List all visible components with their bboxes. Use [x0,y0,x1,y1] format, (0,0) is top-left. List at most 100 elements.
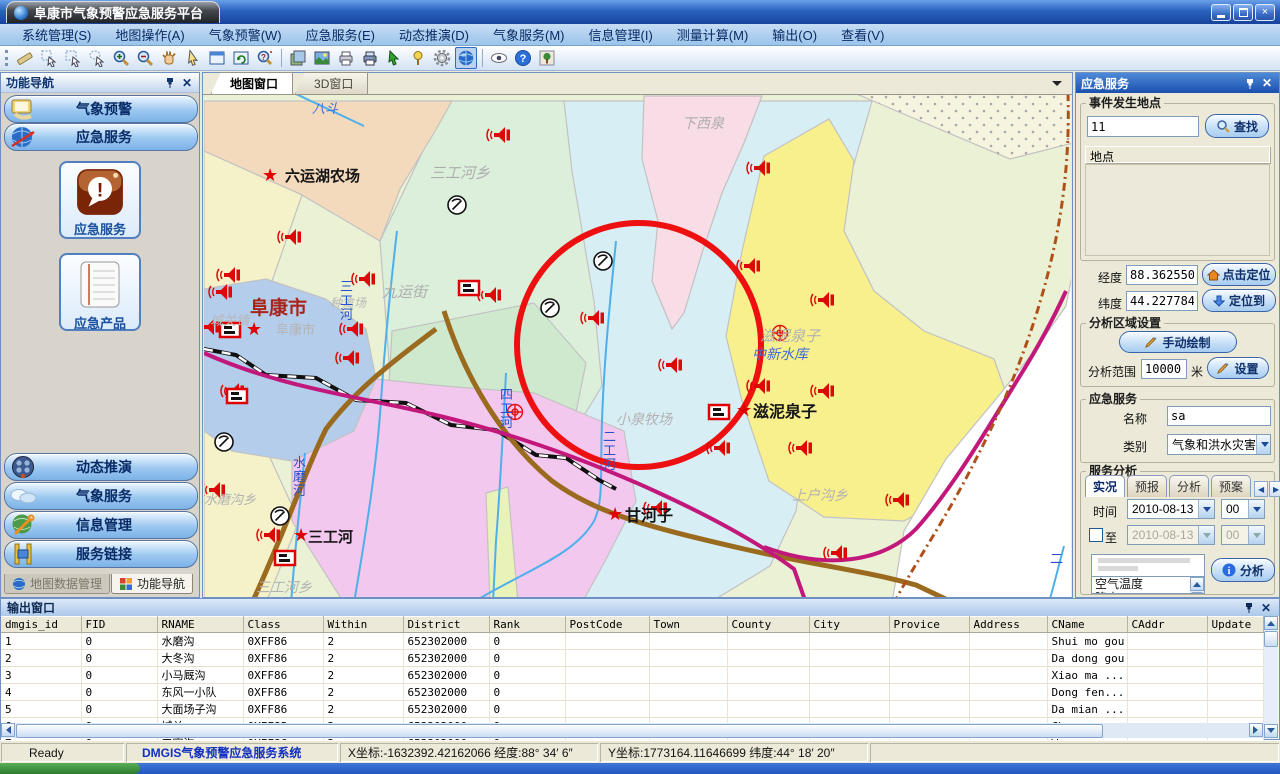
select-box-icon[interactable] [62,47,84,69]
vertical-scrollbar[interactable] [1264,616,1278,738]
menu-item-6[interactable]: 信息管理(I) [577,25,665,44]
green-arrow-icon[interactable] [383,47,405,69]
star-icon[interactable]: ★ [293,525,309,545]
search-button[interactable]: 查找 [1205,114,1269,138]
gear-icon[interactable] [431,47,453,69]
combo-dropdown-button[interactable] [1256,435,1271,454]
pin-icon[interactable] [1243,76,1257,90]
column-header-City[interactable]: City [809,617,889,633]
column-header-Class[interactable]: Class [243,617,323,633]
select-lasso-icon[interactable] [86,47,108,69]
column-header-PostCode[interactable]: PostCode [565,617,649,633]
location-search-input[interactable] [1087,116,1199,137]
service-tab-预案[interactable]: 预案 [1211,475,1251,497]
column-header-Rank[interactable]: Rank [489,617,565,633]
menu-item-4[interactable]: 动态推演(D) [387,25,481,44]
column-header-County[interactable]: County [727,617,809,633]
panel-tab-0[interactable]: 地图数据管理 [4,574,110,594]
analyze-button[interactable]: i 分析 [1211,558,1275,582]
zoom-out-icon[interactable] [134,47,156,69]
service-tab-实况[interactable]: 实况 [1085,475,1125,497]
service-tab-预报[interactable]: 预报 [1127,475,1167,497]
close-panel-icon[interactable]: ✕ [1260,76,1274,90]
identify-icon[interactable]: ? [254,47,276,69]
star-icon[interactable]: ★ [736,400,752,420]
tab-scroll-right-button[interactable]: ▶ [1269,481,1280,497]
print-icon[interactable] [335,47,357,69]
shortcut-应急产品[interactable]: 应急产品 [59,253,141,331]
element-list[interactable]: 空气温度降水 [1091,576,1205,594]
pin-icon[interactable] [1242,601,1256,615]
combo-dropdown-button[interactable] [1198,500,1214,518]
menu-item-3[interactable]: 应急服务(E) [294,25,387,44]
sidebar-item-bottom-0[interactable]: 动态推演 [4,453,198,481]
list-item[interactable]: 降水 [1092,591,1204,594]
close-panel-icon[interactable]: ✕ [1259,601,1273,615]
to-date-combo[interactable]: 2010-08-13 [1127,525,1215,545]
zoom-in-icon[interactable] [110,47,132,69]
eye-icon[interactable] [488,47,510,69]
table-row[interactable]: 30小马厩沟0XFF8626523020000Xiao ma ... [1,667,1263,684]
column-header-Town[interactable]: Town [649,617,727,633]
sidebar-item-bottom-2[interactable]: 信息管理 [4,511,198,539]
column-header-Provice[interactable]: Provice [889,617,969,633]
place-list-header[interactable]: 地点 [1085,146,1270,163]
globe-active-icon[interactable] [455,47,477,69]
full-extent-icon[interactable] [206,47,228,69]
close-panel-icon[interactable]: ✕ [180,76,194,90]
layers-icon[interactable] [287,47,309,69]
print-color-icon[interactable] [359,47,381,69]
refresh-icon[interactable] [230,47,252,69]
sidebar-item-top-0[interactable]: 气象预警 [4,95,198,123]
mine-icon[interactable] [541,299,559,317]
combo-dropdown-button[interactable] [1248,500,1264,518]
list-scrollbar[interactable] [1190,577,1204,593]
mine-icon[interactable] [271,507,289,525]
sidebar-item-top-1[interactable]: 应急服务 [4,123,198,151]
map-tab-list-button[interactable] [1052,81,1062,91]
export-image-icon[interactable] [311,47,333,69]
menu-item-5[interactable]: 气象服务(M) [481,25,577,44]
service-tab-分析[interactable]: 分析 [1169,475,1209,497]
menu-item-0[interactable]: 系统管理(S) [10,25,103,44]
scroll-right-button[interactable] [1249,723,1263,737]
set-button[interactable]: 设置 [1207,357,1269,379]
map-canvas[interactable]: ★★★★★六运湖农场三工河乡下西泉九运街阜康市城关镇阜康市种禽场滋泥泉子中新水库… [204,95,1071,597]
pan-hand-icon[interactable] [158,47,180,69]
table-row[interactable]: 40东风一小队0XFF8626523020000Dong fen... [1,684,1263,701]
latitude-input[interactable] [1126,291,1198,311]
mine-icon[interactable] [594,252,612,270]
manual-draw-button[interactable]: 手动绘制 [1119,331,1237,353]
menu-item-9[interactable]: 查看(V) [829,25,896,44]
menu-item-2[interactable]: 气象预警(W) [197,25,294,44]
flag-icon[interactable] [227,389,247,403]
start-button-sliver[interactable] [0,763,140,774]
range-input[interactable] [1141,359,1187,379]
scrollbar-thumb[interactable] [1264,631,1278,647]
restore-button[interactable] [1233,4,1253,21]
minimize-button[interactable] [1211,4,1231,21]
click-locate-button[interactable]: 点击定位 [1202,263,1276,286]
menu-item-1[interactable]: 地图操作(A) [103,25,196,44]
table-row[interactable]: 20大冬沟0XFF8626523020000Da dong gou [1,650,1263,667]
table-row[interactable]: 10水磨沟0XFF8626523020000Shui mo gou [1,633,1263,650]
name-input[interactable] [1167,406,1271,426]
mine-icon[interactable] [215,433,233,451]
place-list[interactable] [1085,164,1270,256]
sidebar-item-bottom-1[interactable]: 气象服务 [4,482,198,510]
column-header-dmgis_id[interactable]: dmgis_id [1,617,81,633]
column-header-RNAME[interactable]: RNAME [157,617,243,633]
list-item[interactable]: 空气温度 [1092,577,1204,591]
close-button[interactable]: × [1255,4,1275,21]
help-icon[interactable]: ? [512,47,534,69]
hour-combo[interactable]: 00 [1221,499,1265,519]
star-icon[interactable]: ★ [607,504,623,524]
shortcut-应急服务[interactable]: !应急服务 [59,161,141,239]
scrollbar-thumb[interactable] [16,724,1103,738]
to-hour-combo[interactable]: 00 [1221,525,1265,545]
sidebar-item-bottom-3[interactable]: 服务链接 [4,540,198,568]
pin-marker-icon[interactable] [407,47,429,69]
scroll-left-button[interactable] [1,723,15,737]
scroll-up-button[interactable] [1264,616,1278,630]
tab-scroll-left-button[interactable]: ◀ [1254,481,1268,497]
